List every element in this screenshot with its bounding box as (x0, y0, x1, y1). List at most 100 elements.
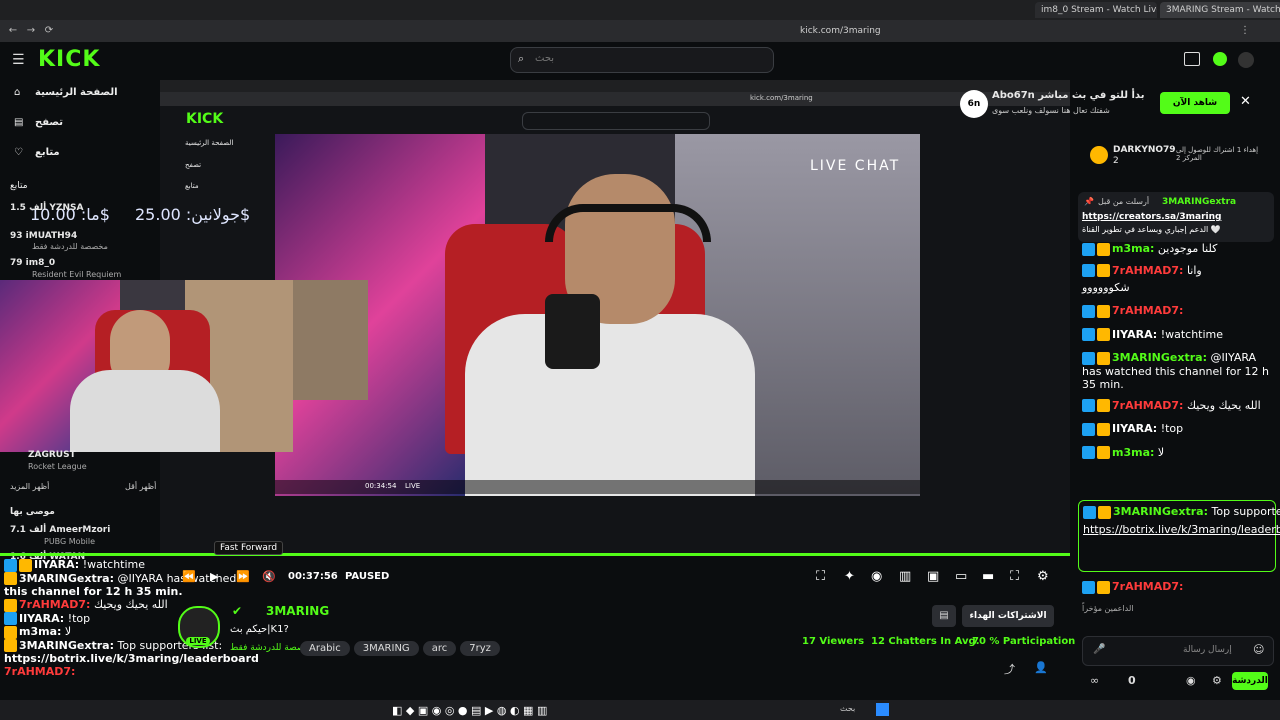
hamburger-icon[interactable]: ☰ (12, 52, 25, 68)
speed-icon[interactable]: ◉ (871, 569, 882, 584)
mic-icon[interactable]: 🎤 (1093, 644, 1105, 655)
pinned-text: الدعم إجباري وبساعد في تطوير القناة 🤍 (1082, 225, 1221, 234)
address-bar[interactable]: kick.com/3maring (800, 24, 900, 38)
rewind-icon[interactable]: ⏪ (182, 570, 196, 583)
pin-icon: 📌 (1084, 197, 1094, 206)
windows-start-icon[interactable] (876, 703, 889, 716)
moderator-badge-icon (1082, 446, 1095, 459)
chat-send-button[interactable]: الدردشة (1232, 672, 1268, 690)
vip-badge-icon (1097, 580, 1110, 594)
volume-icon[interactable]: 🔇 (262, 570, 276, 583)
chat-user: 7rAHMAD7: (19, 598, 91, 611)
notification-title-text: بدأ للتو في بث مباشر (1038, 90, 1145, 101)
nav-home[interactable]: الصفحة الرئيسية (35, 87, 118, 98)
chat-user[interactable]: 3MARINGextra: (1113, 505, 1208, 518)
chat-user[interactable]: m3ma: (1112, 446, 1154, 459)
search-input[interactable] (533, 52, 757, 65)
show-more[interactable]: أظهر المزيد (10, 482, 49, 491)
moderator-badge-icon (1082, 304, 1095, 318)
streamer-hoodie (465, 314, 755, 496)
vip-badge-icon (1097, 422, 1110, 436)
chat-user[interactable]: 7rAHMAD7: (1112, 399, 1183, 412)
tag[interactable]: Arabic (300, 641, 350, 656)
back-icon[interactable]: ← (6, 24, 20, 38)
avatar[interactable] (1238, 52, 1254, 68)
tag[interactable]: arc (422, 641, 457, 656)
kick-icon[interactable] (1213, 52, 1227, 66)
channel-imuath94[interactable]: 93 iMUATH94 (10, 231, 77, 241)
recent-supporters-label: الداعمين مؤخراً (1082, 604, 1134, 613)
cinema-icon[interactable]: ▬ (982, 569, 994, 584)
chat-user[interactable]: m3ma: (1112, 242, 1154, 255)
kick-logo[interactable]: KICK (38, 47, 100, 72)
chat-settings-icon[interactable]: ⚙ (1212, 674, 1222, 687)
tab-im8[interactable]: im8_0 Stream - Watch Live on Kick (1035, 2, 1157, 18)
cam-side-panel (293, 280, 368, 400)
heart-icon: ♡ (14, 147, 23, 158)
chat-user[interactable]: IIYARA: (1112, 328, 1157, 341)
pinned-link[interactable]: https://creators.sa/3maring (1082, 212, 1221, 222)
play-icon[interactable]: ▶ (210, 570, 218, 583)
chat-user[interactable]: 3MARINGextra: (1112, 351, 1207, 364)
menu-icon[interactable]: ⋮ (1238, 24, 1252, 38)
fullscreen-icon[interactable]: ⛶ (1010, 569, 1019, 584)
recommended-title: موصى بها (10, 507, 55, 517)
search-box[interactable]: ⌕ (510, 47, 774, 73)
taskbar-search[interactable]: بحث (840, 704, 855, 713)
chat-user[interactable]: 7rAHMAD7: (1112, 264, 1183, 277)
channel-im8[interactable]: 79 im8_0 (10, 258, 55, 268)
theater-icon[interactable]: ▭ (955, 569, 967, 584)
channel-ameermzori[interactable]: 7.1 ألف AmeerMzori (10, 525, 110, 535)
share-icon[interactable]: ⤴ (1004, 661, 1015, 677)
chat-user[interactable]: IIYARA: (1112, 422, 1157, 435)
gift-icon[interactable] (1184, 52, 1200, 66)
channel-zagrust[interactable]: ZAGRUST (28, 450, 76, 460)
fast-forward-icon[interactable]: ⏩ (236, 570, 250, 583)
chat-emote-icon[interactable]: ◉ (1186, 674, 1196, 687)
vip-badge-icon (1097, 328, 1110, 341)
chat-user: 3MARINGextra: (19, 638, 114, 652)
channel-viewers: 1.5 ألف (10, 203, 47, 213)
tag[interactable]: 3MARING (353, 641, 419, 656)
pip-icon[interactable]: ▣ (927, 569, 939, 584)
pinned-label: أرسلت من قبل (1098, 197, 1150, 206)
sparkle-icon[interactable]: ✦ (844, 569, 855, 584)
chat-message: m3ma: كلنا موجودين (1082, 242, 1276, 256)
bookmark-icon[interactable]: ▤ (932, 605, 956, 627)
top-gifter-name[interactable]: DARKYNO79 (1113, 145, 1176, 155)
channel-viewers: 93 (10, 231, 23, 241)
watch-now-button[interactable]: شاهد الآن (1160, 92, 1230, 114)
channel-name[interactable]: 3MARING (266, 604, 329, 618)
channel-name: iMUATH94 (25, 231, 78, 241)
settings-icon[interactable]: ⚙ (1037, 569, 1049, 584)
vip-badge-icon (1097, 351, 1110, 365)
tab-3maring[interactable]: 3MARING Stream - Watch Live o (1160, 2, 1280, 18)
home-icon: ⌂ (14, 87, 21, 98)
video-player[interactable]: LIVE CHAT (275, 134, 920, 496)
channel-name: im8_0 (25, 258, 56, 268)
clip-icon[interactable]: ⛶ (816, 569, 825, 584)
emoji-icon[interactable]: ☺ (1253, 643, 1264, 656)
chat-user[interactable]: 7rAHMAD7: (1112, 304, 1183, 317)
chat-user[interactable]: 7rAHMAD7: (1112, 580, 1183, 593)
gift-subs-button[interactable]: الاشتراكات الهداء (962, 605, 1054, 627)
chat-input-box[interactable]: 🎤 إرسال رسالة ☺ (1082, 636, 1274, 666)
vip-badge-icon (1097, 242, 1110, 256)
close-icon[interactable]: ✕ (1240, 94, 1251, 109)
tag[interactable]: 7ryz (460, 641, 500, 656)
stats-icon[interactable]: ▥ (899, 569, 911, 584)
forward-icon[interactable]: → (24, 24, 38, 38)
nav-browse[interactable]: تصفح (35, 117, 63, 128)
channel-viewers: 79 (10, 258, 23, 268)
nav-following[interactable]: متابع (35, 147, 60, 158)
progress-bar[interactable] (0, 553, 1070, 556)
points-icon[interactable]: ∞ (1090, 674, 1099, 687)
channel-yznsa[interactable]: 1.5 ألف YZNSA (10, 203, 83, 213)
highlighted-message: 3MARINGextra: Top supporters list: https… (1078, 500, 1280, 572)
reload-icon[interactable]: ⟳ (42, 24, 56, 38)
user-icon[interactable]: 👤 (1034, 661, 1048, 674)
overlay-chat-line: https://botrix.live/k/3maring/leaderboar… (4, 652, 259, 665)
leaderboard-link[interactable]: https://botrix.live/k/3maring/leaderboar… (1083, 523, 1280, 536)
taskbar-app-icons[interactable]: ◧ ◆ ▣ ◉ ◎ ● ▤ ▶ ◍ ◐ ▦ ▥ (392, 704, 547, 717)
show-less[interactable]: أظهر أقل (125, 482, 156, 491)
